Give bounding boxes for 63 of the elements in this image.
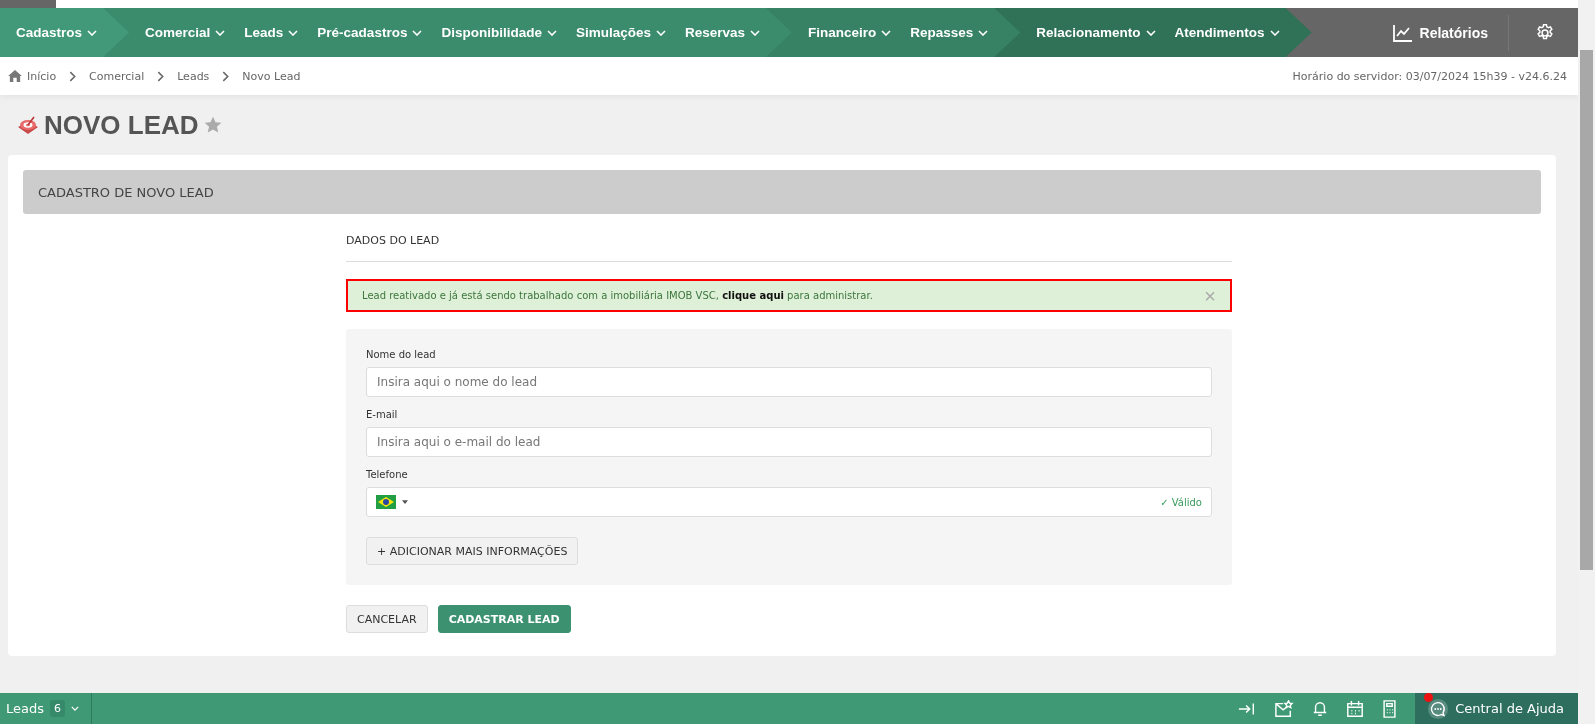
nav-menu-item[interactable]: Pré-cadastros [317, 25, 423, 40]
chevron-icon [412, 29, 423, 36]
nav-menu-item[interactable]: Repasses [910, 25, 989, 40]
input-field[interactable]: Insira aqui o nome do lead [366, 367, 1212, 397]
breadcrumb-link[interactable]: Comercial [89, 69, 145, 83]
chevron-icon [881, 29, 892, 36]
star-icon[interactable] [202, 115, 223, 135]
reports-link[interactable]: Relatórios [1392, 23, 1488, 42]
nav-menu-item[interactable]: Relacionamento [1036, 25, 1156, 40]
chevron-right-icon [222, 70, 230, 82]
chevron-icon [288, 29, 299, 36]
field-label: E-mail [366, 409, 398, 420]
count-badge: 6 [50, 700, 65, 717]
chat-icon [1427, 697, 1450, 720]
cancel-button[interactable]: CANCELAR [346, 605, 428, 633]
nav-menu-item[interactable]: Simulações [575, 25, 666, 40]
valid-status: ✓ Válido [1160, 496, 1202, 508]
alert-message: Lead reativado e já está sendo trabalhado com a imobiliária IMOB VSC, clique aqui para administrar. [362, 290, 873, 301]
page-title: NOVO LEAD [44, 109, 199, 141]
bell-icon[interactable] [1312, 699, 1329, 718]
breadcrumb-link[interactable]: Início [27, 69, 57, 83]
chart-icon [1392, 23, 1413, 42]
chevron-right-icon [157, 70, 165, 82]
add-info-button[interactable]: + ADICIONAR MAIS INFORMAÇÕES [366, 537, 579, 565]
field-label: Telefone [366, 469, 408, 480]
administer-link[interactable]: clique aqui [722, 290, 784, 301]
nav-menu-item[interactable]: Disponibilidade [441, 25, 557, 40]
chevron-icon [750, 29, 760, 36]
nav-menu-item[interactable]: Cadastros [16, 25, 98, 40]
server-time: Horário do servidor: 03/07/2024 15h39 - v24.6.24 [1292, 69, 1567, 83]
tab-label: Leads [6, 701, 44, 716]
calculator-icon[interactable] [1382, 699, 1398, 718]
chevron-right-icon [69, 70, 77, 82]
chevron-icon [1145, 29, 1156, 36]
leads-tab[interactable]: Leads 6 [0, 693, 92, 724]
chevron-icon [1269, 29, 1280, 36]
nav-menu-item[interactable]: Reservas [684, 25, 760, 40]
target-icon [16, 114, 40, 136]
phone-field[interactable]: ✓ Válido [366, 487, 1212, 517]
section-title: DADOS DO LEAD [346, 234, 1232, 262]
chevron-icon [215, 29, 226, 36]
flag-icon[interactable] [376, 495, 396, 509]
breadcrumb-link[interactable]: Leads [177, 69, 210, 83]
notification-dot [1424, 692, 1434, 702]
chevron-icon [655, 29, 666, 36]
nav-menu-item[interactable]: Comercial [145, 25, 226, 40]
card-header: CADASTRO DE NOVO LEAD [23, 170, 1541, 214]
help-center-button[interactable]: Central de Ajuda [1415, 693, 1578, 724]
chevron-icon [87, 29, 98, 36]
chevron-icon [978, 29, 989, 36]
input-field[interactable]: Insira aqui o e-mail do lead [366, 427, 1212, 457]
home-icon[interactable] [8, 70, 22, 82]
field-label: Nome do lead [366, 349, 436, 360]
breadcrumb-link[interactable]: Novo Lead [242, 69, 301, 83]
submit-button[interactable]: CADASTRAR LEAD [437, 605, 571, 633]
chevron-icon [71, 706, 79, 711]
nav-menu-item[interactable]: Financeiro [808, 25, 892, 40]
envelope-star-icon[interactable] [1274, 699, 1295, 718]
nav-menu-item[interactable]: Atendimentos [1174, 25, 1280, 40]
nav-menu-item[interactable]: Leads [244, 25, 299, 40]
dropdown-caret-icon[interactable] [402, 500, 408, 504]
chevron-icon [546, 29, 557, 36]
calendar-icon[interactable] [1346, 699, 1365, 718]
